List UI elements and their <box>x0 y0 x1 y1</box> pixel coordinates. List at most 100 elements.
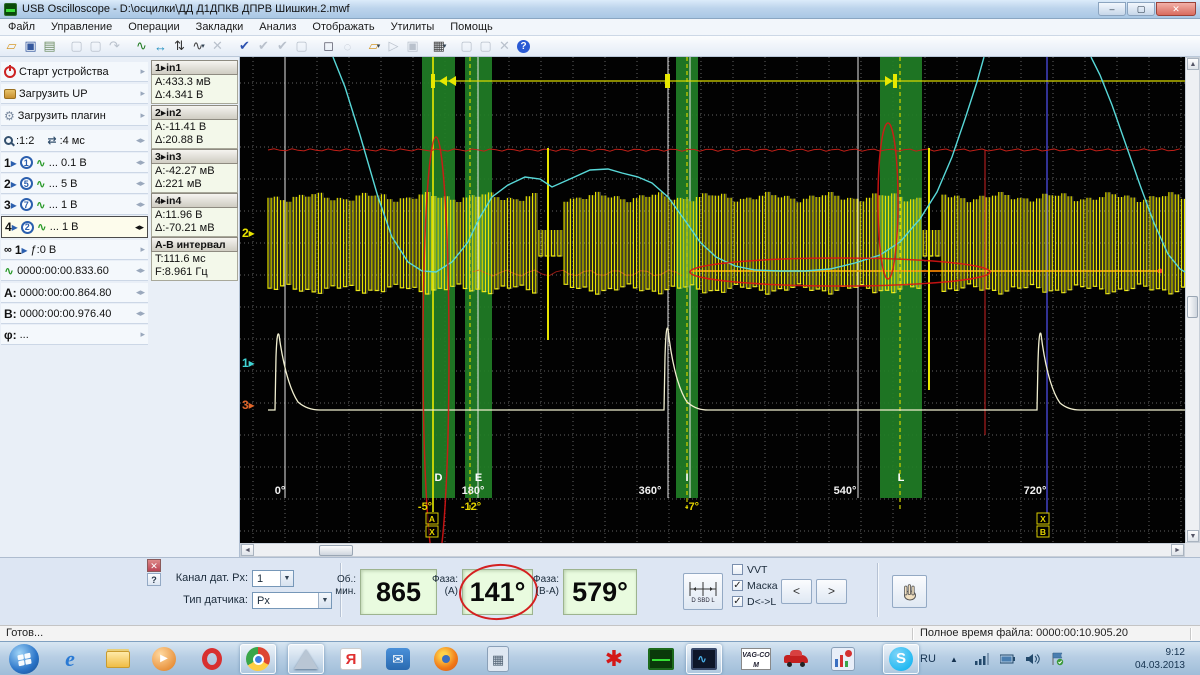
scroll-down-icon[interactable]: ▼ <box>1187 530 1199 542</box>
menu-Отображать[interactable]: Отображать <box>304 20 382 34</box>
action-center-flag-icon[interactable] <box>1052 642 1064 675</box>
command-load-up[interactable]: Загрузить UP ▸ <box>1 84 148 104</box>
close-button[interactable]: ✕ <box>1156 2 1196 16</box>
panel-close-icon[interactable]: ✕ <box>147 559 161 572</box>
toolbar-apply-check-icon[interactable]: ✔ <box>235 37 254 56</box>
taskbar-icon-explorer[interactable] <box>100 644 136 674</box>
channel-row-1[interactable]: 1▸ 1 ∿... 0.1 В ◂▸ <box>1 153 148 173</box>
taskbar-icon-opera[interactable] <box>194 644 230 674</box>
taskbar-icon-car-diag[interactable] <box>778 644 814 674</box>
time-row-b[interactable]: B: 0000:00:00.976.40 ◂▸ <box>1 304 148 324</box>
scroll-up-icon[interactable]: ▲ <box>1187 58 1199 70</box>
channel-sensor-select[interactable]: 1 ▼ <box>252 570 294 587</box>
network-signal-icon[interactable] <box>975 642 989 675</box>
menu-Операции[interactable]: Операции <box>120 20 187 34</box>
toolbar-signal-icon[interactable]: ∿ <box>132 37 151 56</box>
channel-row-2[interactable]: 2▸ 5 ∿... 5 В ◂▸ <box>1 174 148 194</box>
checkbox-Маска[interactable]: ✓ Маска <box>732 579 778 592</box>
taskbar-icon-aisuite[interactable] <box>288 644 324 674</box>
measurement-line2: F:8.961 Гц <box>155 266 208 278</box>
taskbar-icon-diag-suite[interactable] <box>825 644 861 674</box>
chevron-down-icon[interactable]: ▼ <box>280 571 293 586</box>
measurement-title[interactable]: 1▸in1 <box>151 60 238 75</box>
next-button[interactable]: > <box>816 579 847 604</box>
svg-text:A: A <box>429 514 435 524</box>
taskbar-icon-ie[interactable]: e <box>52 644 88 674</box>
taskbar-icon-vag-com[interactable]: VAG-COM <box>738 644 774 674</box>
toolbar-load-overlay-icon[interactable]: ▱ ▾ <box>365 37 384 56</box>
h-scroll-thumb[interactable] <box>319 545 353 556</box>
menu-Анализ[interactable]: Анализ <box>251 20 304 34</box>
sync-level-value: ƒ:0 В <box>30 243 57 256</box>
minimize-button[interactable]: – <box>1098 2 1126 16</box>
sensor-type-select[interactable]: Px ▼ <box>252 592 332 609</box>
toolbar-fit-horizontal-icon[interactable]: ↔ <box>151 37 170 56</box>
toolbar-display-mode-icon[interactable]: ▦ ▾ <box>430 37 449 56</box>
measurement-box-3: 3▸in3 A:-42.27 мВ Δ:221 мВ <box>151 149 238 193</box>
pan-hand-button[interactable] <box>892 575 927 608</box>
checkbox-box[interactable] <box>732 564 743 575</box>
sync-row[interactable]: ∞ 1▸ ƒ:0 В ▸ <box>1 240 148 260</box>
oscilloscope-plot[interactable]: 0° 180° 360° 540° 720° D -5° E -12° I -7° L A X X B 2▸ 1▸… <box>240 56 1187 568</box>
channel-row-3[interactable]: 3▸ 7 ∿... 1 В ◂▸ <box>1 195 148 215</box>
channel-row-4[interactable]: 4▸ 2 ∿... 1 В ◂▸ <box>1 216 148 238</box>
measurement-title[interactable]: A-B интервал <box>151 237 238 252</box>
menu-Управление[interactable]: Управление <box>43 20 120 34</box>
v-scroll-thumb[interactable] <box>1187 296 1198 318</box>
toolbar-help-icon[interactable]: ? <box>514 37 533 56</box>
tray-expand-icon[interactable]: ▲ <box>950 642 958 675</box>
maximize-button[interactable]: ▢ <box>1127 2 1155 16</box>
taskbar-icon-wmp[interactable]: ▶ <box>146 644 182 674</box>
taskbar-icon-yandex[interactable]: Я <box>333 644 369 674</box>
checkbox-D<->L[interactable]: ✓ D<->L <box>732 595 776 608</box>
toolbar-save-file-icon[interactable]: ▣ <box>21 37 40 56</box>
vertical-scrollbar[interactable]: ▲ ▼ <box>1185 57 1200 543</box>
scroll-left-icon[interactable]: ◄ <box>241 544 254 556</box>
measurement-title[interactable]: 2▸in2 <box>151 105 238 120</box>
checkbox-VVT[interactable]: VVT <box>732 563 767 576</box>
zoom-time-row[interactable]: :1:2 ⇄:4 мс ◂▸ <box>1 130 148 152</box>
menu-Файл[interactable]: Файл <box>0 20 43 34</box>
toolbar-select-region-icon[interactable]: ◻ <box>319 37 338 56</box>
dsl-ruler-button[interactable]: D SBD L <box>683 573 723 610</box>
taskbar-icon-calculator[interactable]: ▦ <box>480 644 516 674</box>
menu-Утилиты[interactable]: Утилиты <box>383 20 443 34</box>
battery-icon[interactable] <box>1000 642 1016 675</box>
checkbox-label: VVT <box>747 563 768 576</box>
measurement-title[interactable]: 3▸in3 <box>151 149 238 164</box>
taskbar-icon-start[interactable] <box>6 644 42 674</box>
time-prefix: B: <box>4 306 17 321</box>
clock[interactable]: 9:12 04.03.2013 <box>1085 646 1185 672</box>
checkbox-box[interactable]: ✓ <box>732 580 743 591</box>
toolbar-fit-vertical-icon[interactable]: ⇅ <box>170 37 189 56</box>
taskbar-icon-usb-oscilloscope[interactable]: ∿ <box>686 644 722 674</box>
command-start-device[interactable]: Старт устройства ▸ <box>1 62 148 82</box>
toolbar-open-file-icon[interactable]: ▱ <box>2 37 21 56</box>
time-row-cursor[interactable]: ∿ 0000:00:00.833.60 ◂▸ <box>1 261 148 281</box>
toolbar-print-icon[interactable]: ▤ <box>40 37 59 56</box>
toolbar-wave-mode-icon[interactable]: ∿ ▾ <box>189 37 208 56</box>
time-row-a[interactable]: A: 0000:00:00.864.80 ◂▸ <box>1 283 148 303</box>
channel-range: ... 1 В <box>49 221 79 233</box>
menu-Помощь[interactable]: Помощь <box>442 20 501 34</box>
command-load-plugin[interactable]: ⚙ Загрузить плагин ▸ <box>1 106 148 126</box>
svg-text:E: E <box>475 472 482 484</box>
volume-icon[interactable] <box>1026 642 1040 675</box>
menu-Закладки[interactable]: Закладки <box>188 20 252 34</box>
taskbar-icon-red-tool[interactable]: ✱ <box>596 644 632 674</box>
prev-button[interactable]: < <box>781 579 812 604</box>
checkbox-box[interactable]: ✓ <box>732 596 743 607</box>
measurement-title[interactable]: 4▸in4 <box>151 193 238 208</box>
svg-text:-12°: -12° <box>461 501 481 513</box>
time-row-phi[interactable]: φ:... ▸ <box>1 325 148 345</box>
horizontal-scrollbar[interactable]: ◄ ► <box>240 543 1185 557</box>
taskbar-icon-skype[interactable]: S <box>883 644 919 674</box>
taskbar-icon-firefox[interactable] <box>428 644 464 674</box>
taskbar-icon-mail[interactable]: ✉ <box>380 644 416 674</box>
toolbar-zoom-selection-icon: ◌ <box>343 38 352 54</box>
taskbar-icon-scope-green[interactable] <box>643 644 679 674</box>
language-indicator[interactable]: RU <box>920 642 936 675</box>
taskbar-icon-chrome[interactable] <box>240 644 276 674</box>
scroll-right-icon[interactable]: ► <box>1171 544 1184 556</box>
power-icon <box>4 65 16 78</box>
